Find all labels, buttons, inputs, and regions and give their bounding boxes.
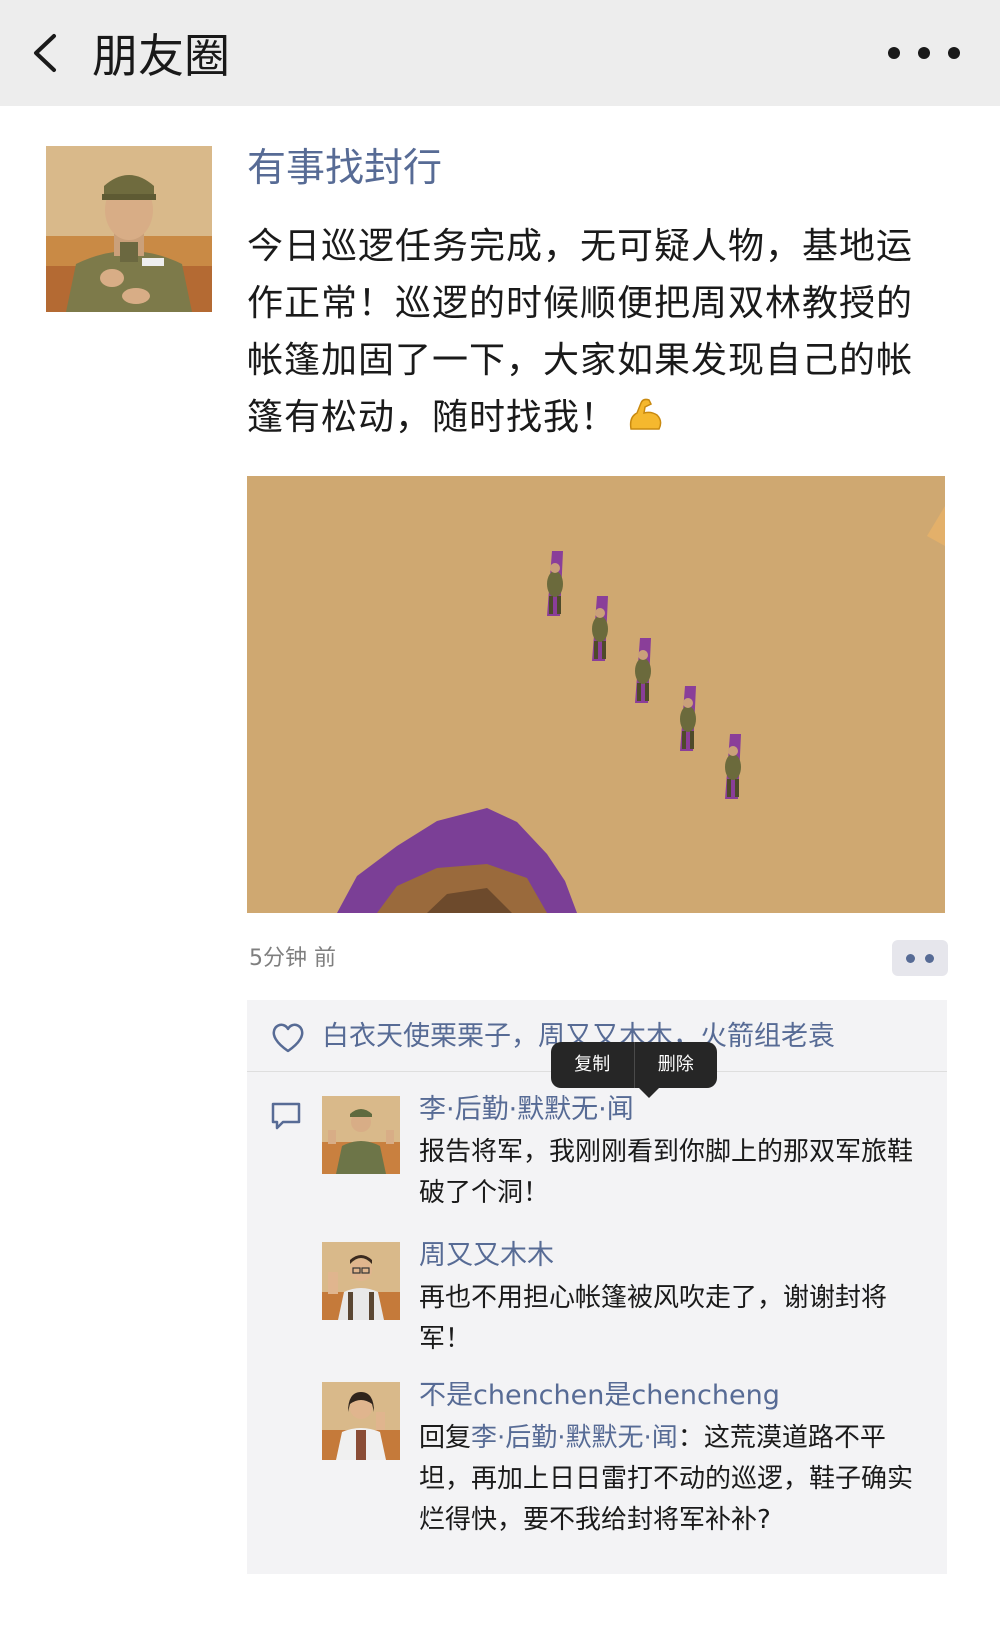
commenter-avatar[interactable] (322, 1242, 400, 1320)
post-text-line: 今日巡逻任务完成，无可疑人物，基地运 (247, 226, 914, 267)
comment-item[interactable]: 周又又木木 再也不用担心帐篷被风吹走了，谢谢封将军！ (322, 1240, 932, 1354)
post-timestamp: 5分钟 前 (249, 946, 336, 971)
post-author-name[interactable]: 有事找封行 (247, 144, 442, 194)
comment-text: 回复李·后勤·默默无·闻：这荒漠道路不平坦，再加上日日雷打不动的巡逻，鞋子确实烂… (419, 1418, 929, 1541)
post-text-line: 篷有松动，随时找我！ (247, 397, 618, 438)
commenter-name[interactable]: 周又又木木 (419, 1236, 554, 1276)
reply-to-name[interactable]: 李·后勤·默默无·闻 (471, 1423, 678, 1453)
post-text-line-last: 篷有松动，随时找我！ (247, 389, 957, 452)
page-title: 朋友圈 (92, 29, 230, 83)
dot-icon (918, 47, 930, 59)
comment-action-popup: 复制 删除 (551, 1042, 718, 1098)
post-photo[interactable] (247, 476, 945, 913)
more-options-button[interactable] (888, 38, 960, 68)
commenter-name[interactable]: 李·后勤·默默无·闻 (419, 1090, 634, 1130)
top-bar: 朋友圈 (0, 0, 1000, 106)
reply-prefix: 回复 (419, 1423, 472, 1453)
copy-button[interactable]: 复制 (551, 1042, 634, 1088)
comment-text: 再也不用担心帐篷被风吹走了，谢谢封将军！ (419, 1283, 888, 1354)
dot-icon (888, 47, 900, 59)
delete-button[interactable]: 删除 (635, 1042, 718, 1088)
comment-text: 报告将军，我刚刚看到你脚上的那双军旅鞋破了个洞！ (419, 1137, 914, 1208)
post-text-line: 作正常！巡逻的时候顺便把周双林教授的 (247, 283, 914, 324)
comment-icon (271, 1102, 301, 1130)
dot-icon (906, 953, 915, 963)
commenter-name[interactable]: 不是chenchen是chencheng (419, 1376, 780, 1416)
author-avatar[interactable] (46, 146, 212, 312)
flexed-biceps-icon (625, 395, 665, 452)
commenter-avatar[interactable] (322, 1382, 400, 1460)
commenter-avatar[interactable] (322, 1096, 400, 1174)
dot-icon (948, 47, 960, 59)
popup-arrow (637, 1086, 661, 1098)
dot-icon (925, 953, 934, 963)
post-text: 今日巡逻任务完成，无可疑人物，基地运 作正常！巡逻的时候顺便把周双林教授的 帐篷… (247, 218, 957, 452)
reply-separator: ： (677, 1423, 704, 1453)
heart-icon (272, 1023, 304, 1053)
back-button[interactable] (24, 30, 70, 76)
comment-item[interactable]: 不是chenchen是chencheng 回复李·后勤·默默无·闻：这荒漠道路不… (322, 1380, 932, 1542)
chevron-left-icon (34, 34, 56, 72)
like-comment-button[interactable] (892, 940, 948, 976)
comment-item[interactable]: 李·后勤·默默无·闻 报告将军，我刚刚看到你脚上的那双军旅鞋破了个洞！ (322, 1094, 932, 1216)
post-text-line: 帐篷加固了一下，大家如果发现自己的帐 (247, 340, 914, 381)
